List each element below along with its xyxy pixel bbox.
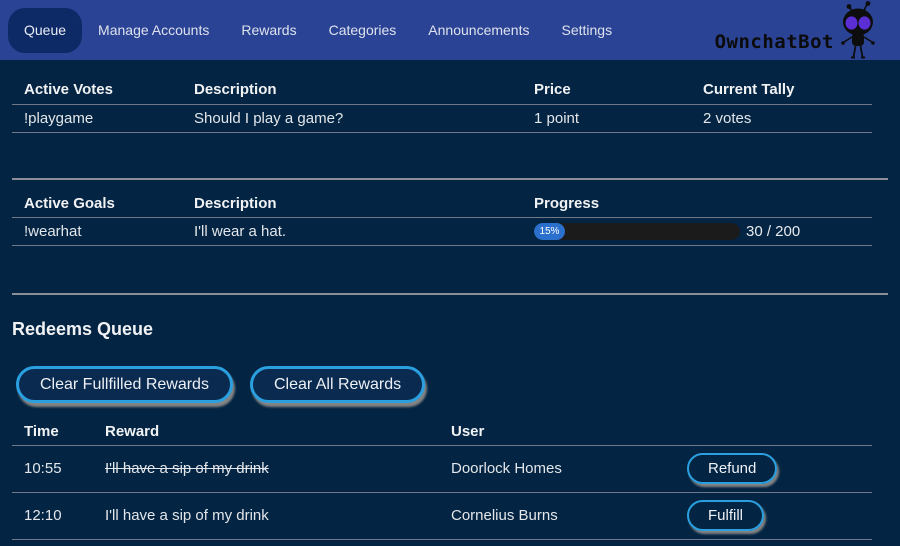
goal-progress-cell: 15% 30 / 200 [522, 218, 872, 246]
fulfill-button[interactable]: Fulfill [687, 500, 764, 531]
redeem-action-cell: Refund [675, 445, 872, 492]
goal-description-cell: I'll wear a hat. [182, 218, 522, 246]
redeems-header-user: User [439, 418, 675, 445]
vote-command-cell: !playgame [12, 104, 182, 132]
active-votes-table: Active Votes Description Price Current T… [12, 76, 872, 133]
goals-header-progress: Progress [522, 180, 872, 218]
votes-header-price: Price [522, 76, 691, 104]
redeem-reward-cell: I'll have a sip of my drink [93, 492, 439, 539]
vote-tally-cell: 2 votes [691, 104, 872, 132]
redeems-queue-title: Redeems Queue [12, 319, 900, 340]
table-row: !playgame Should I play a game? 1 point … [12, 104, 872, 132]
refund-button[interactable]: Refund [687, 453, 777, 484]
table-row: !wearhat I'll wear a hat. 15% 30 / 200 [12, 218, 872, 246]
redeems-header-actions [675, 418, 872, 445]
redeem-time-cell: 10:55 [12, 445, 93, 492]
progress-count-label: 30 / 200 [746, 223, 800, 240]
goal-command-cell: !wearhat [12, 218, 182, 246]
nav-tab-categories[interactable]: Categories [313, 0, 413, 60]
redeem-action-cell: Fulfill [675, 492, 872, 539]
redeem-user-cell: Cornelius Burns [439, 492, 675, 539]
goals-header-description: Description [182, 180, 522, 218]
redeems-actions-row: Clear Fullfilled Rewards Clear All Rewar… [16, 366, 900, 403]
app-logo: OwnchatBot [715, 0, 880, 60]
vote-price-cell: 1 point [522, 104, 691, 132]
nav-tab-manage-accounts[interactable]: Manage Accounts [82, 0, 225, 60]
redeem-time-cell: 12:10 [12, 492, 93, 539]
redeems-header-time: Time [12, 418, 93, 445]
redeem-reward-cell: I'll have a sip of my drink [93, 445, 439, 492]
active-goals-table: Active Goals Description Progress !wearh… [12, 180, 872, 247]
clear-all-rewards-button[interactable]: Clear All Rewards [250, 366, 425, 403]
table-row: 10:55 I'll have a sip of my drink Doorlo… [12, 445, 872, 492]
progress-bar-track: 15% [534, 223, 740, 240]
votes-header-description: Description [182, 76, 522, 104]
logo-wordmark: OwnchatBot [715, 31, 834, 53]
vote-description-cell: Should I play a game? [182, 104, 522, 132]
redeems-header-reward: Reward [93, 418, 439, 445]
clear-fulfilled-rewards-button[interactable]: Clear Fullfilled Rewards [16, 366, 233, 403]
active-votes-header-row: Active Votes Description Price Current T… [12, 76, 872, 104]
redeem-user-cell: Doorlock Homes [439, 445, 675, 492]
nav-tab-rewards[interactable]: Rewards [225, 0, 312, 60]
section-divider [12, 293, 888, 295]
progress-bar-fill: 15% [534, 223, 565, 240]
robot-mascot-icon [836, 1, 880, 59]
table-row: 12:10 I'll have a sip of my drink Cornel… [12, 492, 872, 539]
active-goals-header-row: Active Goals Description Progress [12, 180, 872, 218]
redeems-header-row: Time Reward User [12, 418, 872, 445]
nav-tab-settings[interactable]: Settings [545, 0, 628, 60]
top-navigation-bar: Queue Manage Accounts Rewards Categories… [0, 0, 900, 60]
goals-header-command: Active Goals [12, 180, 182, 218]
votes-header-command: Active Votes [12, 76, 182, 104]
redeems-queue-table: Time Reward User 10:55 I'll have a sip o… [12, 418, 872, 540]
nav-tab-queue[interactable]: Queue [8, 8, 82, 53]
nav-tab-announcements[interactable]: Announcements [412, 0, 545, 60]
votes-header-tally: Current Tally [691, 76, 872, 104]
